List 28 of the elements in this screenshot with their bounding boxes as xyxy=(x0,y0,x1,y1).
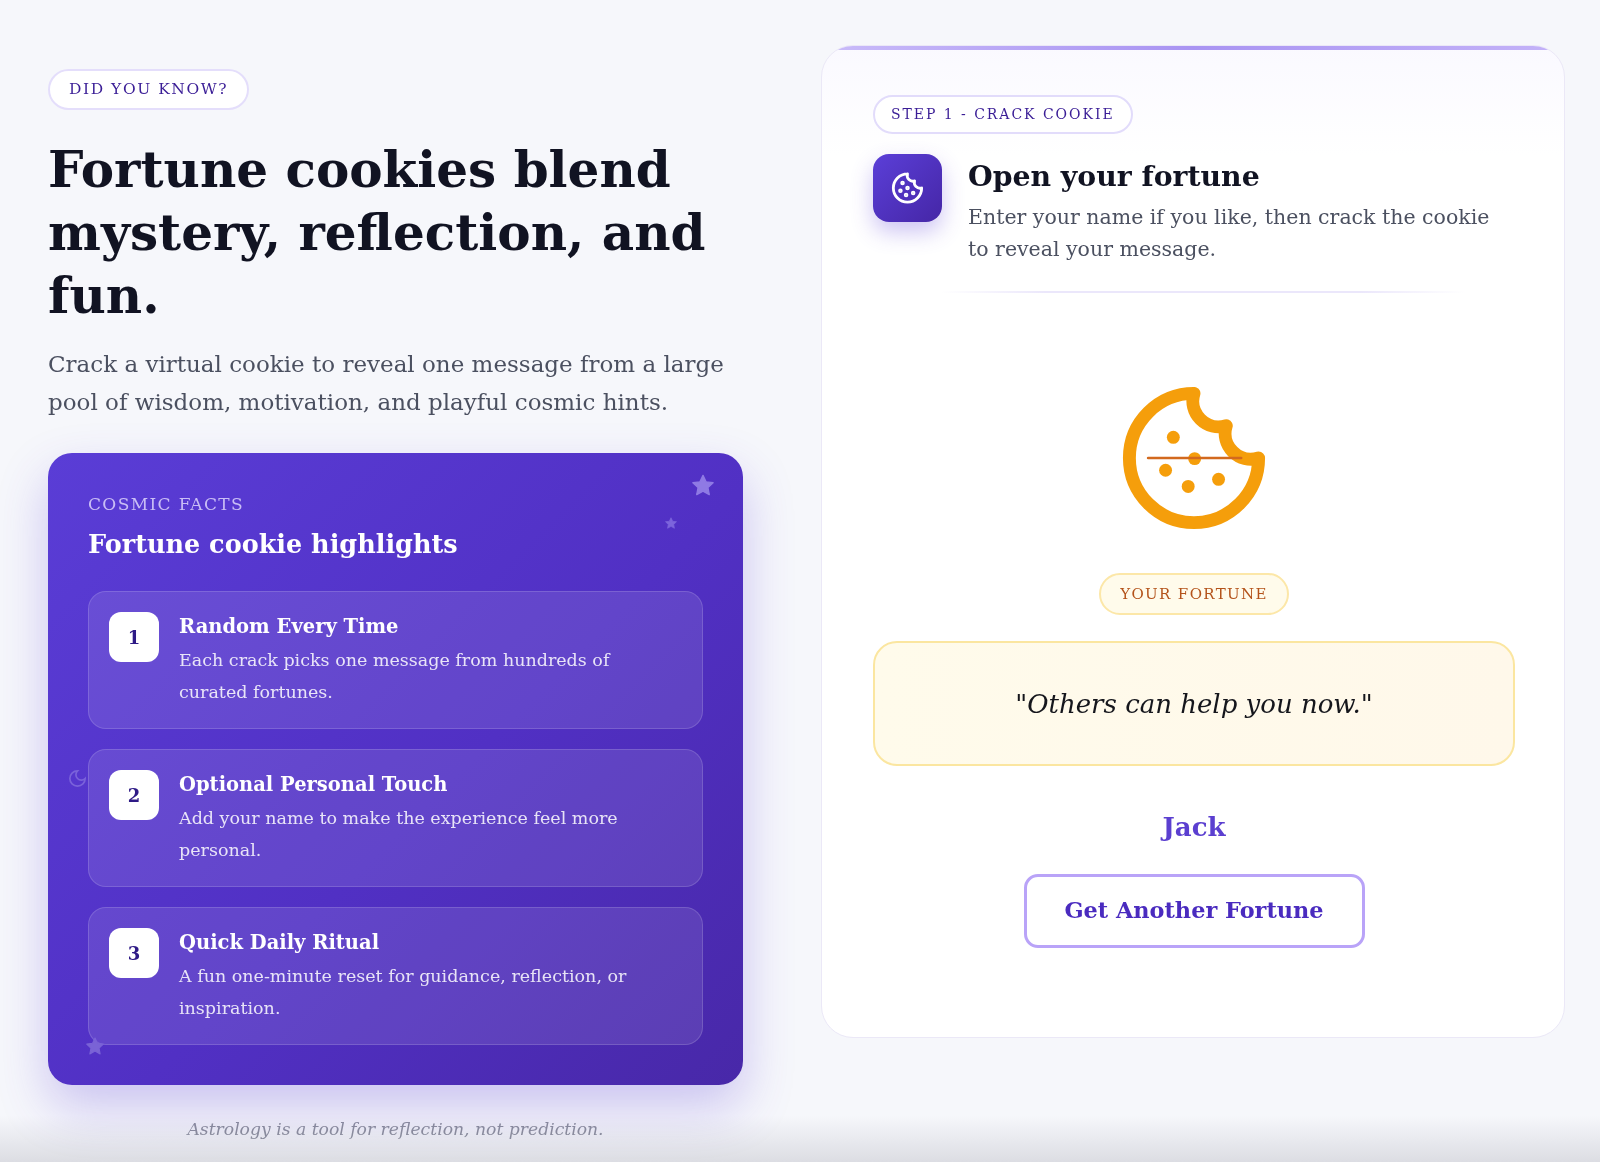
headline: Fortune cookies blend mystery, reflection, and fun. xyxy=(48,139,707,327)
star-icon xyxy=(86,1037,104,1055)
fact-title: Optional Personal Touch xyxy=(179,772,448,798)
get-another-fortune-button[interactable]: Get Another Fortune xyxy=(1023,874,1365,948)
fortune-label: YOUR FORTUNE xyxy=(1099,573,1289,615)
cookie-icon xyxy=(873,154,942,222)
star-icon xyxy=(692,474,714,496)
fact-number: 3 xyxy=(109,928,159,978)
intro-badge: DID YOU KNOW? xyxy=(48,69,250,110)
fact-title: Random Every Time xyxy=(179,614,399,640)
cookie-icon xyxy=(1121,385,1267,531)
fortune-message: "Others can help you now." xyxy=(1015,687,1373,721)
step-badge: STEP 1 - CRACK COOKIE xyxy=(873,95,1133,134)
card-title: Fortune cookie highlights xyxy=(88,528,458,561)
fact-title: Quick Daily Ritual xyxy=(179,930,380,956)
card-eyebrow: COSMIC FACTS xyxy=(88,493,245,515)
fact-number: 2 xyxy=(109,770,159,820)
card-description: Enter your name if you like, then crack the cookie to reveal your message. xyxy=(968,204,1491,263)
fact-description: A fun one-minute reset for guidance, reflection, or inspiration. xyxy=(179,965,628,1020)
user-name: Jack xyxy=(1162,811,1226,844)
fact-number: 1 xyxy=(109,612,159,662)
fact-description: Each crack picks one message from hundreds of curated fortunes. xyxy=(179,649,612,704)
footnote: Astrology is a tool for reflection, not prediction. xyxy=(185,1118,605,1141)
star-icon xyxy=(665,517,677,529)
fact-description: Add your name to make the experience feel more personal. xyxy=(179,807,619,862)
card-title: Open your fortune xyxy=(968,158,1260,195)
moon-icon xyxy=(69,770,86,787)
intro-description: Crack a virtual cookie to reveal one message from a large pool of wisdom, motivation, and playful cosmic hints. xyxy=(48,350,725,417)
